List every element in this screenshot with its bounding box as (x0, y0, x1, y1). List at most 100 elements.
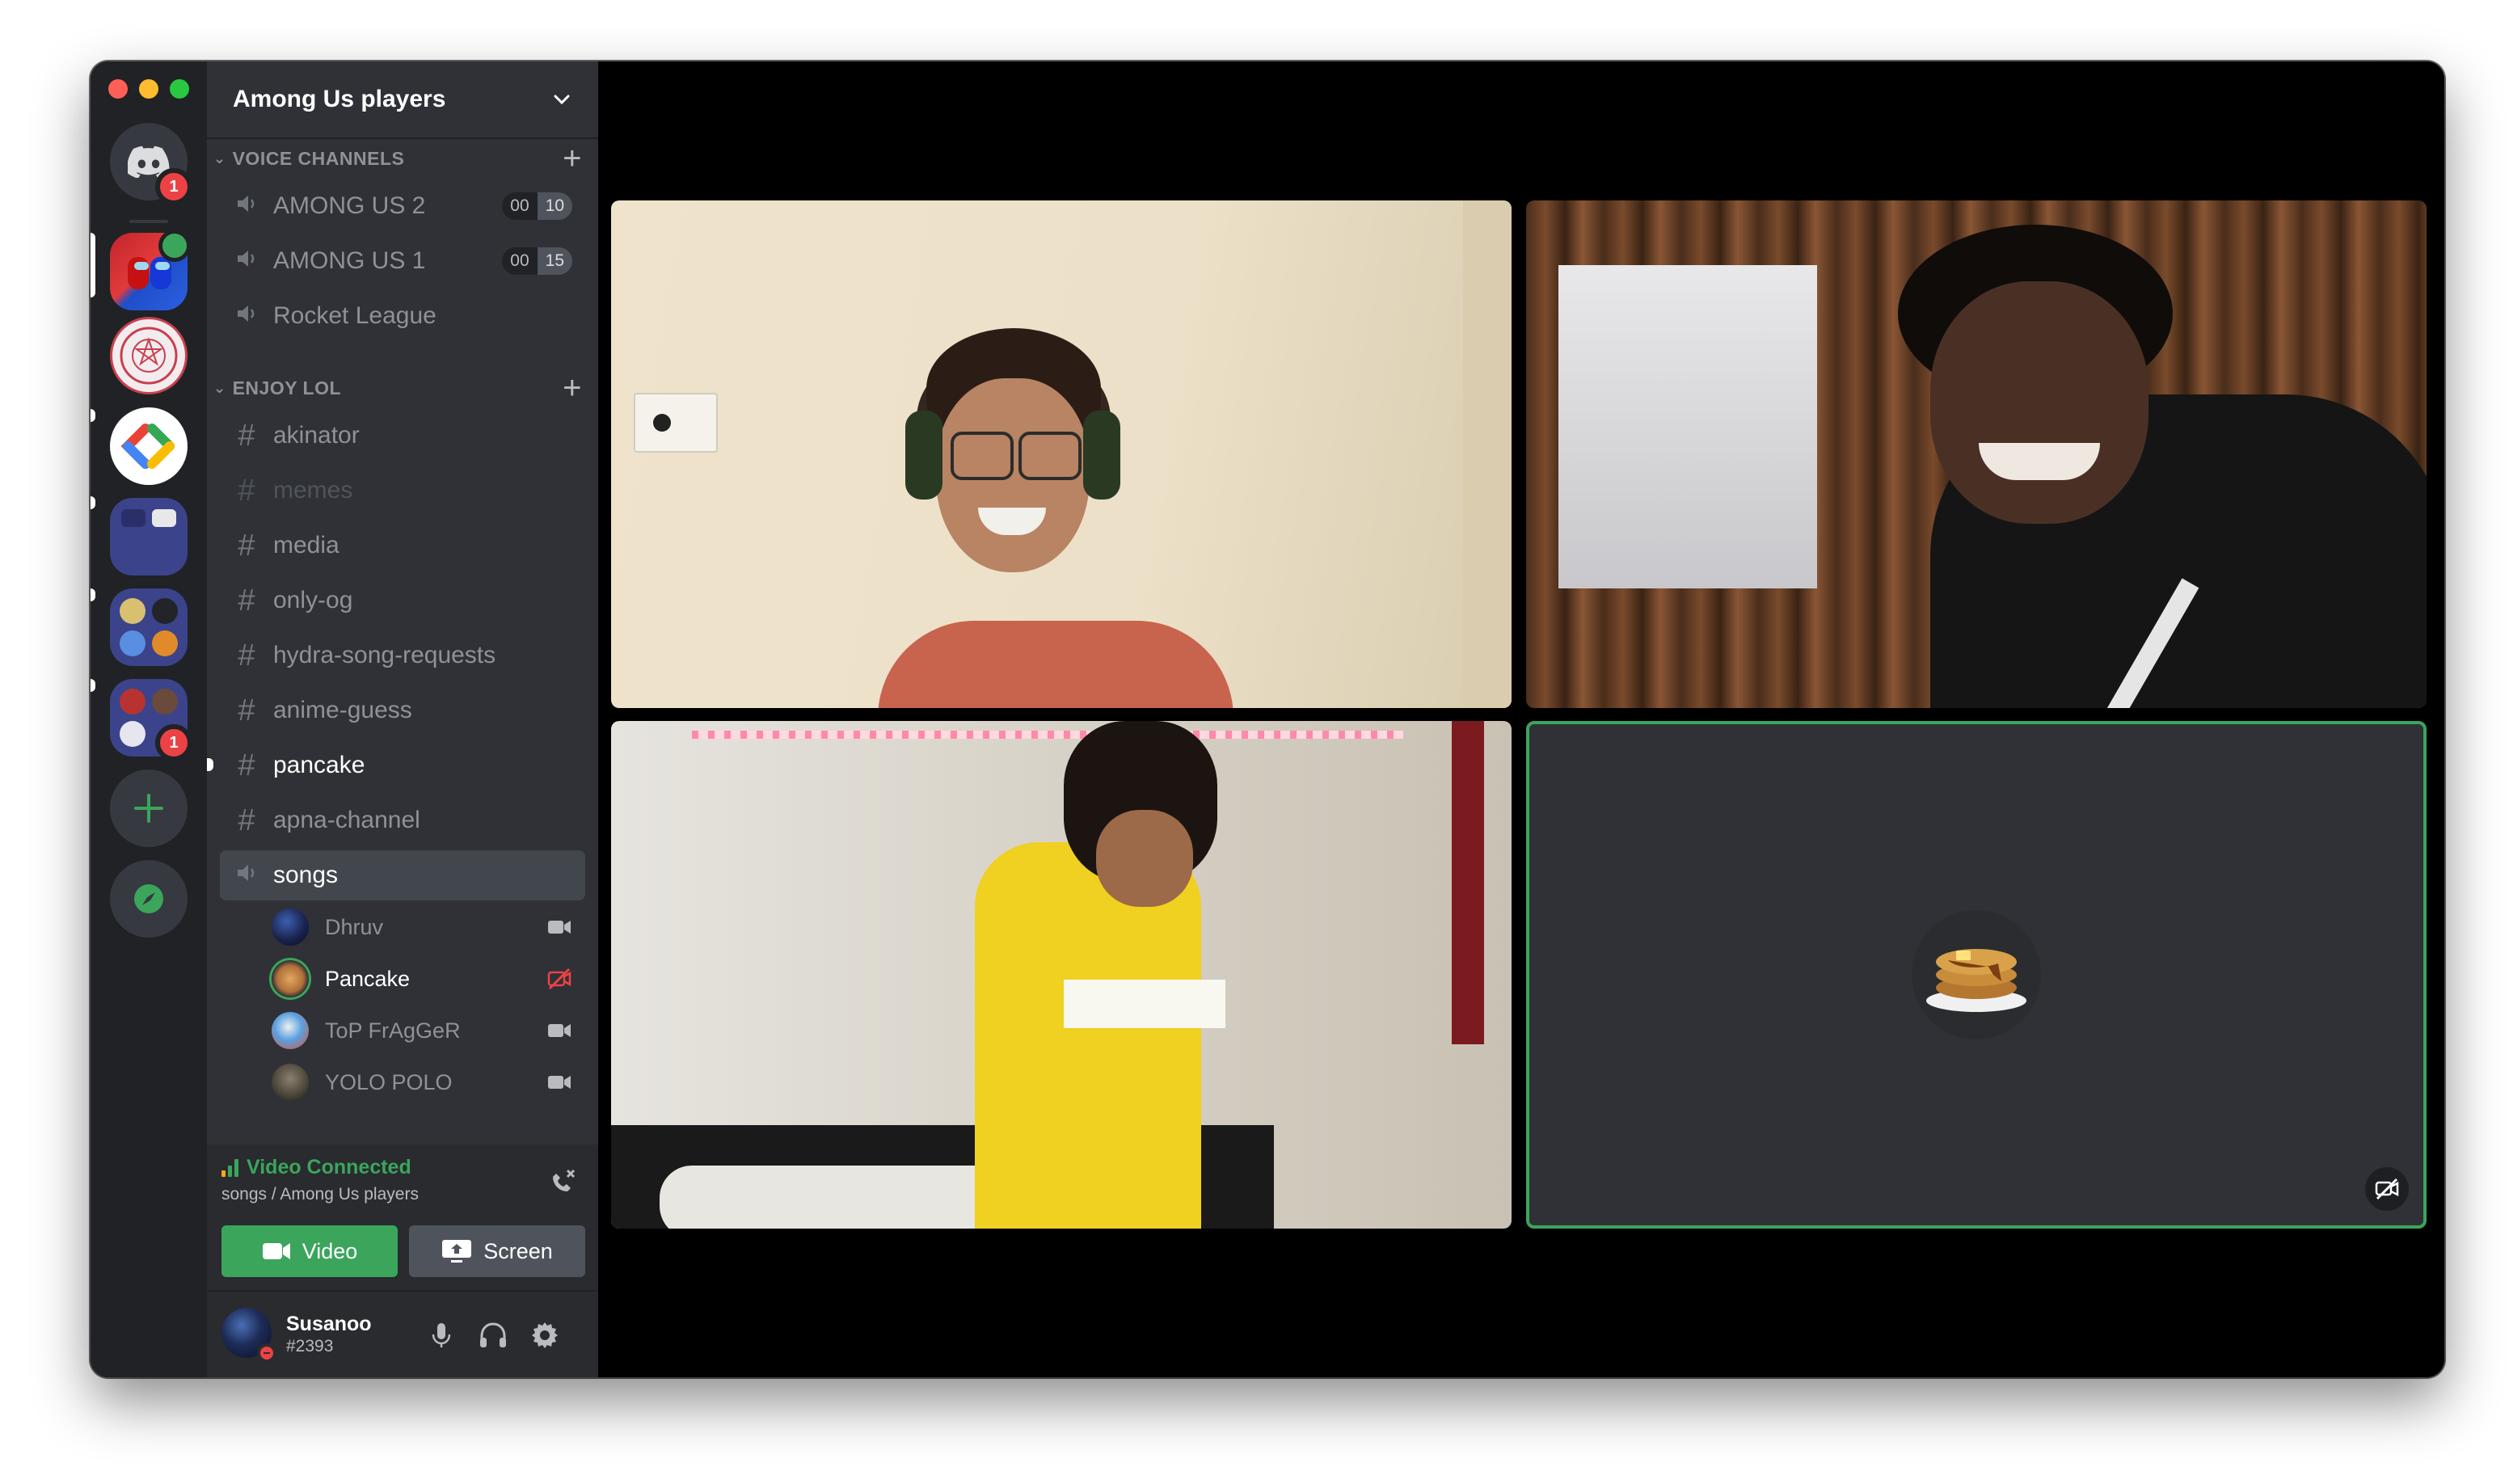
home-badge: 1 (155, 168, 192, 205)
seal-logo-icon (120, 327, 178, 385)
compass-icon (134, 884, 163, 913)
voice-user-yolo-polo[interactable]: YOLO POLO (272, 1059, 585, 1106)
channel-text-anime-guess[interactable]: # anime-guess (220, 685, 585, 736)
microphone-icon (432, 1323, 451, 1347)
channel-voice-among-us-2[interactable]: AMONG US 2 00 10 (220, 181, 585, 231)
voice-connection-panel: Video Connected songs / Among Us players… (207, 1145, 598, 1292)
dnd-status-icon (257, 1343, 276, 1363)
channel-text-pancake[interactable]: # pancake (207, 740, 585, 790)
server-devs-icon[interactable] (110, 407, 188, 485)
unread-indicator (207, 758, 213, 771)
screen-button-label: Screen (483, 1238, 553, 1263)
channel-name: memes (273, 477, 353, 504)
explore-servers-button[interactable] (110, 860, 188, 938)
mute-button[interactable] (425, 1319, 458, 1351)
channel-text-memes[interactable]: # memes (220, 466, 585, 516)
channel-voice-rocket-league[interactable]: Rocket League (220, 291, 585, 341)
voice-active-badge (158, 230, 191, 262)
category-label: VOICE CHANNELS (232, 147, 405, 169)
channel-voice-among-us-1[interactable]: AMONG US 1 00 15 (220, 236, 585, 286)
server-rail: 1 1 (91, 61, 207, 1377)
unread-indicator (91, 496, 95, 509)
voice-user-name: Pancake (325, 966, 411, 991)
video-icon (546, 1069, 572, 1095)
camera-off-icon (2365, 1167, 2409, 1211)
unread-indicator (91, 409, 95, 422)
close-window-button[interactable] (108, 79, 128, 99)
disconnect-button[interactable] (545, 1164, 580, 1199)
username: Susanoo (286, 1313, 372, 1335)
avatar (272, 1064, 309, 1101)
user-limit-counter: 00 10 (502, 192, 572, 220)
home-button[interactable]: 1 (110, 123, 192, 205)
user-limit-counter: 00 15 (502, 247, 572, 275)
video-tile-yolo-polo[interactable] (611, 721, 1512, 1229)
server-folder-1[interactable] (110, 498, 188, 575)
category-voice-channels[interactable]: ⌄ VOICE CHANNELS + (207, 142, 598, 175)
thread-hashtag-icon: # (238, 748, 255, 782)
thread-hashtag-icon: # (238, 803, 255, 837)
minimize-window-button[interactable] (139, 79, 158, 99)
rail-separator (129, 220, 168, 223)
channel-text-hydra-song-requests[interactable]: # hydra-song-requests (220, 630, 585, 681)
user-settings-button[interactable] (529, 1319, 561, 1351)
category-enjoy-lol[interactable]: ⌄ ENJOY LOL + (207, 372, 598, 404)
server-among-us-icon[interactable] (110, 230, 191, 310)
hashtag-icon: # (238, 473, 255, 508)
voice-status[interactable]: Video Connected (221, 1156, 411, 1179)
video-grid (598, 61, 2444, 1377)
video-tile-dhruv[interactable] (611, 200, 1512, 708)
channel-name: songs (273, 862, 339, 888)
avatar (272, 960, 309, 997)
voice-user-name: ToP FrAgGeR (325, 1018, 461, 1043)
channel-name: AMONG US 1 (273, 247, 426, 274)
screen-share-icon (442, 1240, 472, 1263)
person-face (1096, 810, 1193, 907)
led-strip (692, 731, 1403, 739)
deafen-button[interactable] (477, 1319, 509, 1351)
zoom-window-button[interactable] (170, 79, 189, 99)
channel-text-akinator[interactable]: # akinator (220, 411, 585, 461)
server-seal-icon[interactable] (110, 317, 188, 394)
video-tile-top-fragger[interactable] (1526, 200, 2427, 708)
smile (1979, 443, 2100, 480)
server-folder-2[interactable] (110, 588, 188, 666)
hashtag-icon: # (238, 528, 255, 563)
video-icon (546, 914, 572, 940)
channel-text-apna-channel[interactable]: # apna-channel (220, 795, 585, 845)
channel-voice-songs[interactable]: songs (220, 850, 585, 900)
background-fridge (1558, 265, 1817, 588)
create-channel-icon[interactable]: + (563, 142, 582, 175)
channel-text-media[interactable]: # media (220, 521, 585, 571)
signal-strength-icon (221, 1158, 238, 1177)
video-tile-pancake[interactable] (1526, 721, 2427, 1229)
voice-location[interactable]: songs / Among Us players (221, 1185, 419, 1204)
voice-user-dhruv[interactable]: Dhruv (272, 904, 585, 951)
server-header[interactable]: Among Us players (207, 61, 598, 139)
chevrons-logo-icon (120, 424, 175, 469)
voice-user-top-fragger[interactable]: ToP FrAgGeR (272, 1007, 585, 1054)
chevron-down-icon (554, 95, 570, 105)
hashtag-icon: # (238, 418, 255, 453)
unread-indicator (91, 588, 95, 601)
voice-user-pancake[interactable]: Pancake (272, 955, 585, 1002)
screen-share-button[interactable]: Screen (409, 1225, 585, 1277)
app-window: 1 1 Among Us players ⌄ VOICE CHANNELS + … (91, 61, 2444, 1377)
server-folder-3[interactable]: 1 (110, 679, 192, 761)
phone-hangup-icon (553, 1169, 576, 1191)
window-controls (108, 79, 189, 99)
channel-name: media (273, 532, 339, 559)
create-channel-icon[interactable]: + (563, 372, 582, 404)
gear-icon (532, 1322, 558, 1348)
person-face (1930, 281, 2148, 524)
category-label: ENJOY LOL (232, 377, 342, 398)
add-server-button[interactable] (110, 769, 188, 847)
headphones-icon (480, 1322, 506, 1347)
wall-socket (634, 393, 718, 453)
speaker-icon (233, 189, 260, 224)
channel-text-only-og[interactable]: # only-og (220, 575, 585, 626)
avatar (1912, 910, 2041, 1039)
channel-name: akinator (273, 422, 360, 449)
video-button[interactable]: Video (221, 1225, 398, 1277)
channel-name: apna-channel (273, 807, 420, 833)
